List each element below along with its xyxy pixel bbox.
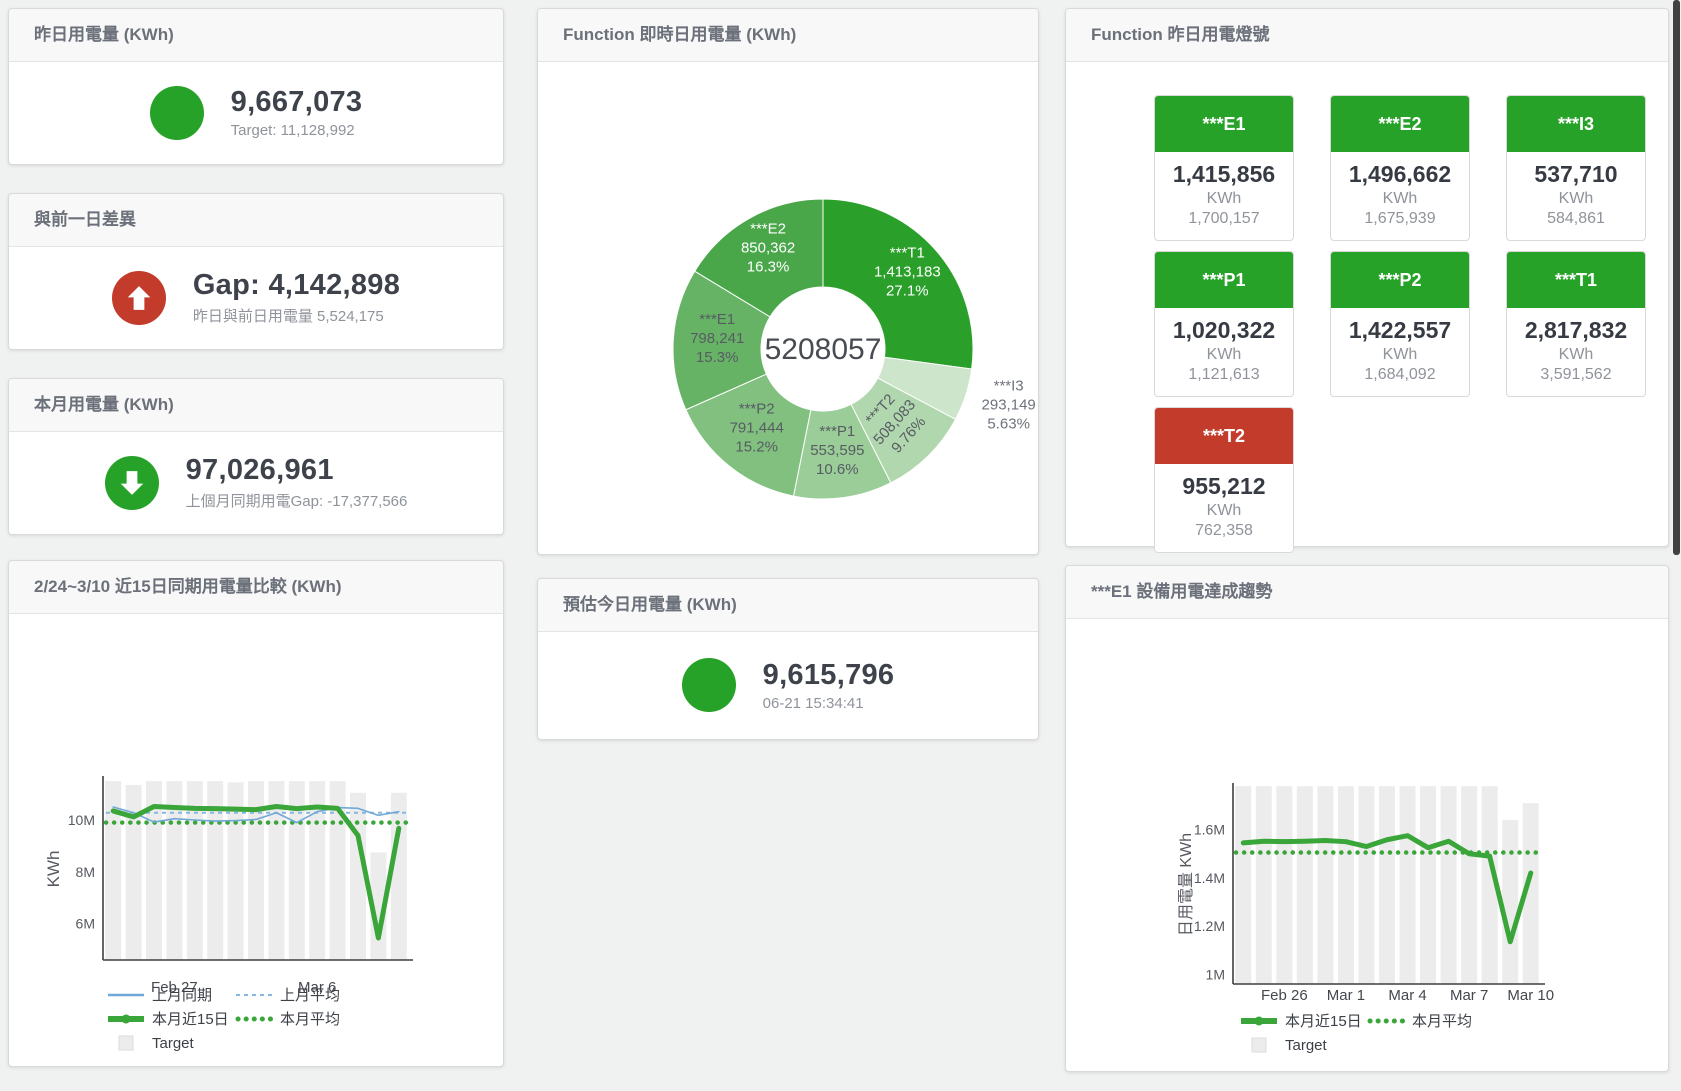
- scrollbar-thumb[interactable]: [1673, 0, 1680, 555]
- panel-e1-trend-chart: ***E1 設備用電達成趨勢 1M 1.2M 1.4M 1.6M Feb 26 Mar 1…: [1065, 565, 1669, 1072]
- tile-target-value: 1,684,092: [1333, 366, 1467, 384]
- light-tiles-grid: ***E1 1,415,856 KWh 1,700,157 ***E2 1,496,662…: [1154, 95, 1646, 553]
- svg-text:本月近15日: 本月近15日: [152, 1011, 229, 1028]
- tile-label: ***I3: [1507, 96, 1645, 152]
- tile-target-value: 1,700,157: [1157, 210, 1291, 228]
- light-tile-P2: ***P2 1,422,557 KWh 1,684,092: [1330, 251, 1470, 397]
- panel-15day-compare-chart: 2/24~3/10 近15日同期用電量比較 (KWh) 6M8M10MFeb 2…: [8, 560, 504, 1067]
- tile-unit: KWh: [1333, 346, 1467, 364]
- light-tile-E2: ***E2 1,496,662 KWh 1,675,939: [1330, 95, 1470, 241]
- light-tile-E1: ***E1 1,415,856 KWh 1,700,157: [1154, 95, 1294, 241]
- tile-target-value: 1,675,939: [1333, 210, 1467, 228]
- panel-title: ***E1 設備用電達成趨勢: [1066, 566, 1668, 619]
- stat-value: 9,667,073: [231, 86, 363, 119]
- tile-label: ***T2: [1155, 408, 1293, 464]
- panel-title: 本月用電量 (KWh): [9, 379, 503, 432]
- stat-value: Gap: 4,142,898: [193, 269, 400, 302]
- stat-subtext: Target: 11,128,992: [231, 122, 363, 139]
- svg-text:Feb 26: Feb 26: [1261, 987, 1308, 1004]
- panel-day-gap: 與前一日差異 Gap: 4,142,898 昨日與前日用電量 5,524,175: [8, 193, 504, 350]
- svg-text:日用電量 KWh: 日用電量 KWh: [1178, 833, 1195, 936]
- status-circle: [682, 658, 736, 712]
- tile-label: ***P1: [1155, 252, 1293, 308]
- panel-yesterday-usage: 昨日用電量 (KWh) 9,667,073 Target: 11,128,992: [8, 8, 504, 165]
- light-tile-T2: ***T2 955,212 KWh 762,358: [1154, 407, 1294, 553]
- svg-text:Mar 10: Mar 10: [1507, 987, 1554, 1004]
- tile-label: ***E2: [1331, 96, 1469, 152]
- panel-title: 昨日用電量 (KWh): [9, 9, 503, 62]
- svg-text:本月平均: 本月平均: [1412, 1013, 1472, 1030]
- tile-value: 537,710: [1509, 161, 1643, 188]
- panel-title: 與前一日差異: [9, 194, 503, 247]
- tile-value: 1,020,322: [1157, 317, 1291, 344]
- panel-yesterday-lights: Function 昨日用電燈號 ***E1 1,415,856 KWh 1,700,1…: [1065, 8, 1669, 547]
- svg-text:Target: Target: [152, 1035, 195, 1052]
- svg-text:6M: 6M: [76, 916, 95, 932]
- function-usage-donut-chart: ***T11,413,18327.1%***I3293,1495.63%***T…: [538, 62, 1038, 555]
- tile-unit: KWh: [1157, 346, 1291, 364]
- svg-text:Mar 1: Mar 1: [1327, 987, 1365, 1004]
- light-tile-P1: ***P1 1,020,322 KWh 1,121,613: [1154, 251, 1294, 397]
- stat-subtext: 昨日與前日用電量 5,524,175: [193, 305, 400, 326]
- tile-value: 955,212: [1157, 473, 1291, 500]
- svg-text:上月同期: 上月同期: [152, 987, 212, 1004]
- panel-function-realtime-donut: Function 即時日用電量 (KWh) ***T11,413,18327.1…: [537, 8, 1039, 555]
- panel-title: 2/24~3/10 近15日同期用電量比較 (KWh): [9, 561, 503, 614]
- stat-subtext: 06-21 15:34:41: [763, 695, 895, 712]
- tile-target-value: 3,591,562: [1509, 366, 1643, 384]
- panel-today-forecast: 預估今日用電量 (KWh) 9,615,796 06-21 15:34:41: [537, 578, 1039, 740]
- status-circle-down-arrow-icon: [105, 456, 159, 510]
- svg-text:1.6M: 1.6M: [1194, 822, 1225, 838]
- tile-unit: KWh: [1509, 190, 1643, 208]
- panel-title: Function 即時日用電量 (KWh): [538, 9, 1038, 62]
- light-tile-T1: ***T1 2,817,832 KWh 3,591,562: [1506, 251, 1646, 397]
- panel-title: Function 昨日用電燈號: [1066, 9, 1668, 62]
- svg-text:1.2M: 1.2M: [1194, 918, 1225, 934]
- tile-value: 1,496,662: [1333, 161, 1467, 188]
- tile-unit: KWh: [1157, 190, 1291, 208]
- status-circle-up-arrow-icon: [112, 271, 166, 325]
- tile-value: 2,817,832: [1509, 317, 1643, 344]
- tile-target-value: 584,861: [1509, 210, 1643, 228]
- svg-text:1M: 1M: [1206, 966, 1225, 982]
- scrollbar-track[interactable]: [1672, 0, 1681, 1091]
- tile-target-value: 762,358: [1157, 522, 1291, 540]
- tile-value: 1,422,557: [1333, 317, 1467, 344]
- svg-text:1.4M: 1.4M: [1194, 870, 1225, 886]
- svg-text:10M: 10M: [68, 812, 95, 828]
- svg-text:本月平均: 本月平均: [280, 1011, 340, 1028]
- tile-label: ***P2: [1331, 252, 1469, 308]
- tile-unit: KWh: [1333, 190, 1467, 208]
- tile-unit: KWh: [1509, 346, 1643, 364]
- panel-month-usage: 本月用電量 (KWh) 97,026,961 上個月同期用電Gap: -17,3…: [8, 378, 504, 535]
- svg-text:***I3293,1495.63%: ***I3293,1495.63%: [982, 378, 1036, 433]
- stat-subtext: 上個月同期用電Gap: -17,377,566: [186, 490, 408, 511]
- svg-text:5208057: 5208057: [765, 333, 882, 366]
- svg-text:Mar 4: Mar 4: [1388, 987, 1426, 1004]
- svg-text:上月平均: 上月平均: [280, 987, 340, 1004]
- svg-text:Mar 7: Mar 7: [1450, 987, 1488, 1004]
- svg-text:KWh: KWh: [44, 851, 63, 888]
- tile-unit: KWh: [1157, 502, 1291, 520]
- compare-15day-chart: 6M8M10MFeb 27Mar 6KWh上月同期上月平均本月近15日本月平均T…: [9, 614, 503, 1067]
- stat-value: 9,615,796: [763, 659, 895, 692]
- tile-label: ***T1: [1507, 252, 1645, 308]
- svg-text:Target: Target: [1285, 1037, 1328, 1054]
- tile-target-value: 1,121,613: [1157, 366, 1291, 384]
- stat-value: 97,026,961: [186, 454, 408, 487]
- dashboard-page: 昨日用電量 (KWh) 9,667,073 Target: 11,128,992…: [0, 0, 1681, 1091]
- status-circle: [150, 86, 204, 140]
- light-tile-I3: ***I3 537,710 KWh 584,861: [1506, 95, 1646, 241]
- panel-title: 預估今日用電量 (KWh): [538, 579, 1038, 632]
- svg-text:本月近15日: 本月近15日: [1285, 1013, 1362, 1030]
- tile-value: 1,415,856: [1157, 161, 1291, 188]
- svg-text:8M: 8M: [76, 864, 95, 880]
- tile-label: ***E1: [1155, 96, 1293, 152]
- e1-trend-chart: 1M 1.2M 1.4M 1.6M Feb 26 Mar 1 Mar 4 Mar 7 Mar 1…: [1066, 619, 1668, 1072]
